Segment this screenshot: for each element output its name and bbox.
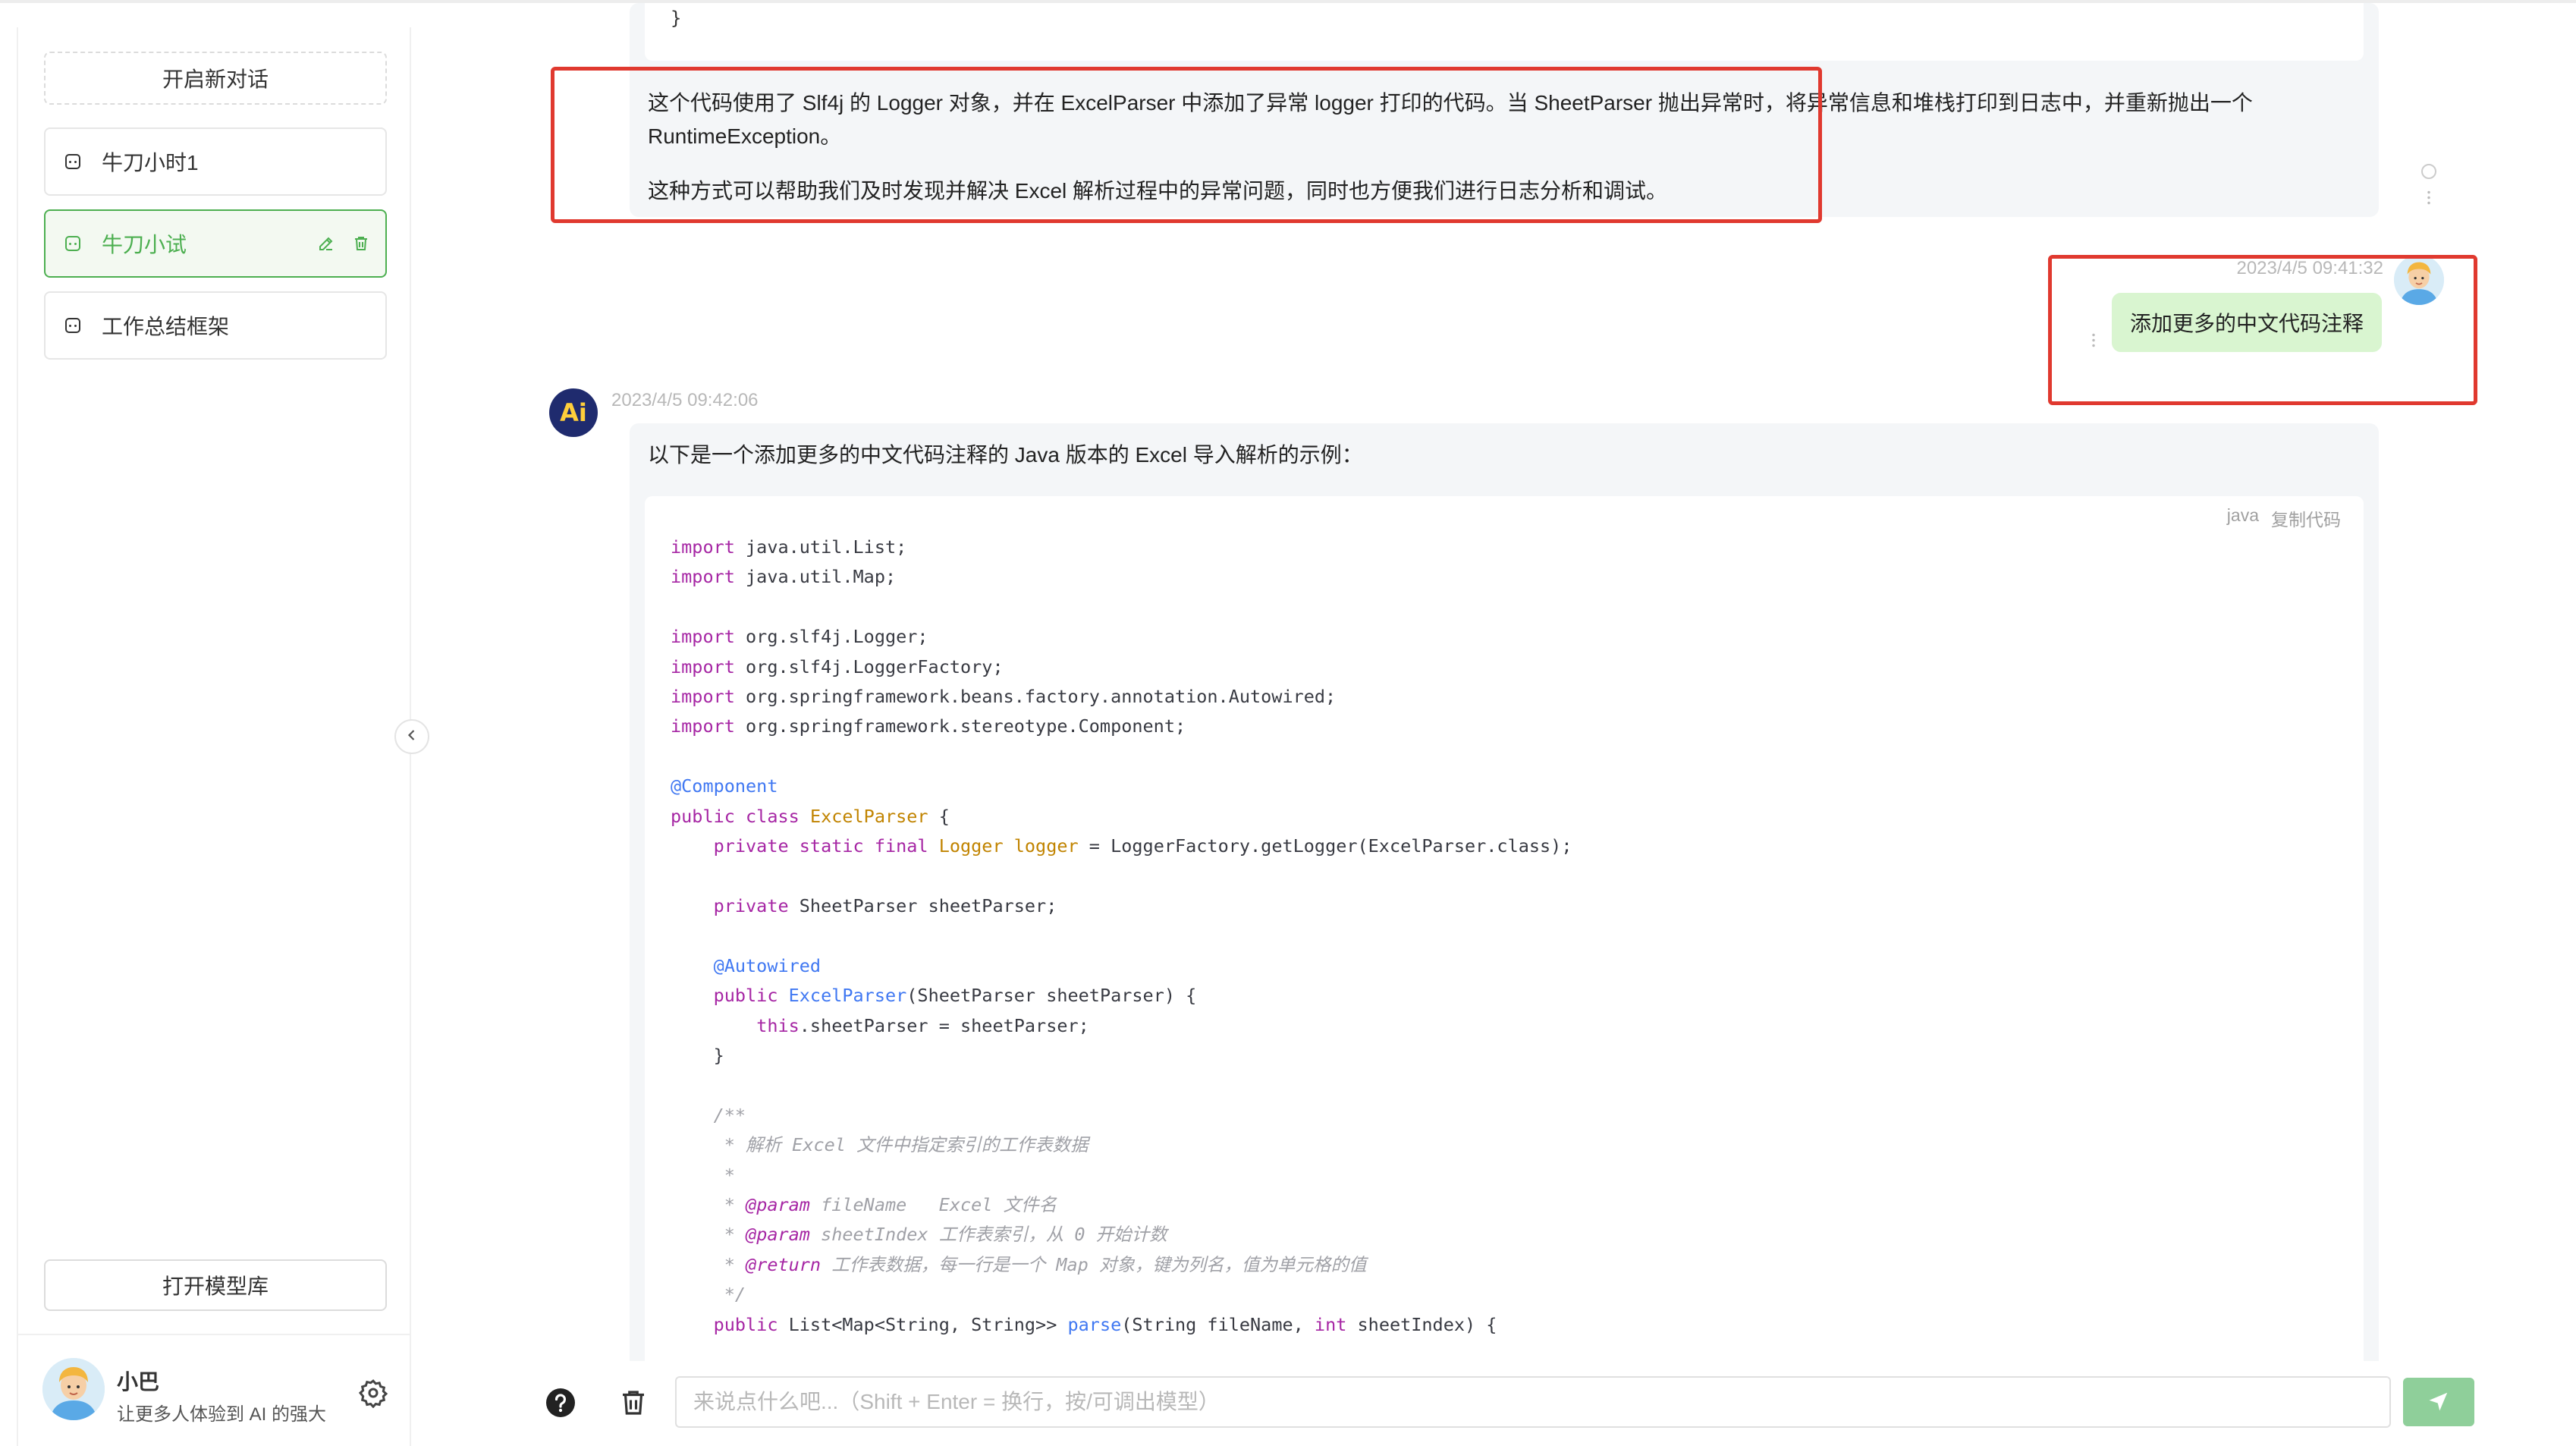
code-block: java 复制代码 import java.util.List; import … [645, 496, 2364, 1446]
code-header: java 复制代码 [2227, 505, 2341, 531]
highlight-box-ai-text [551, 67, 1822, 223]
conversation-label: 工作总结框架 [102, 315, 230, 338]
edit-icon[interactable] [316, 233, 337, 254]
trash-icon[interactable] [617, 1387, 649, 1419]
highlight-box-user-message [2048, 255, 2477, 405]
conversation-label: 牛刀小试 [102, 233, 187, 256]
code-language: java [2226, 505, 2259, 525]
chat-area: } 这个代码使用了 Slf4j 的 Logger 对象，并在 ExcelPars… [413, 3, 2576, 1446]
sidebar: 开启新对话 牛刀小时1 牛刀小试 工作总结框架 打开模型库 小巴 让更多人体验到… [17, 27, 411, 1446]
ai-avatar: Ai [549, 388, 598, 437]
conversation-label: 牛刀小时1 [102, 151, 199, 174]
ai-intro-text: 以下是一个添加更多的中文代码注释的 Java 版本的 Excel 导入解析的示例… [648, 443, 1363, 467]
open-model-library-button[interactable]: 打开模型库 [44, 1259, 387, 1311]
delete-icon[interactable] [350, 233, 372, 254]
user-panel: 小巴 让更多人体验到 AI 的强大 [18, 1334, 410, 1446]
code-content: import java.util.List; import java.util.… [671, 536, 1572, 1335]
conversation-item[interactable]: 牛刀小时1 [44, 127, 387, 196]
gear-icon[interactable] [358, 1378, 388, 1409]
code-line: } [671, 8, 682, 29]
ai-message: 以下是一个添加更多的中文代码注释的 Java 版本的 Excel 导入解析的示例… [630, 423, 2379, 1446]
help-icon[interactable] [545, 1387, 576, 1419]
user-subtitle: 让更多人体验到 AI 的强大 [117, 1404, 327, 1425]
refresh-icon[interactable] [2421, 164, 2436, 179]
more-vertical-icon[interactable] [2427, 190, 2430, 205]
ai-message-time: 2023/4/5 09:42:06 [611, 390, 759, 410]
user-name: 小巴 [117, 1370, 160, 1394]
conversation-item-active[interactable]: 牛刀小试 [44, 209, 387, 278]
conversation-item[interactable]: 工作总结框架 [44, 291, 387, 360]
copy-code-button[interactable]: 复制代码 [2271, 505, 2341, 531]
message-actions [2421, 164, 2436, 205]
chat-input[interactable] [675, 1376, 2391, 1428]
send-icon [2427, 1390, 2450, 1415]
chat-icon [65, 318, 80, 333]
avatar[interactable] [42, 1358, 105, 1420]
new-chat-button[interactable]: 开启新对话 [44, 52, 387, 105]
code-block-tail: } [645, 3, 2364, 61]
chat-icon [65, 236, 80, 251]
input-bar [413, 1361, 2576, 1446]
chat-icon [65, 154, 80, 169]
send-button[interactable] [2403, 1378, 2474, 1426]
